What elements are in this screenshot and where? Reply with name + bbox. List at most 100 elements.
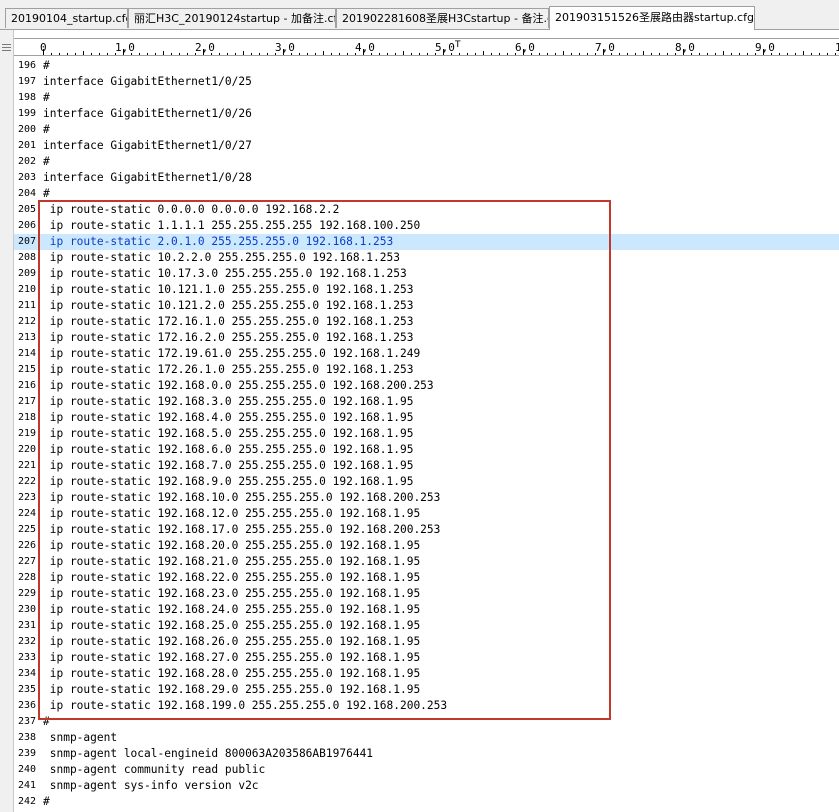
- code-line[interactable]: 229 ip route-static 192.168.23.0 255.255…: [14, 586, 839, 602]
- code-line[interactable]: 217 ip route-static 192.168.3.0 255.255.…: [14, 394, 839, 410]
- line-text[interactable]: interface GigabitEthernet1/0/27: [43, 138, 252, 154]
- code-line[interactable]: 233 ip route-static 192.168.27.0 255.255…: [14, 650, 839, 666]
- line-text[interactable]: ip route-static 192.168.24.0 255.255.255…: [43, 602, 420, 618]
- line-text[interactable]: snmp-agent local-engineid 800063A203586A…: [43, 746, 373, 762]
- code-line[interactable]: 199 interface GigabitEthernet1/0/26: [14, 106, 839, 122]
- code-line[interactable]: 228 ip route-static 192.168.22.0 255.255…: [14, 570, 839, 586]
- code-line[interactable]: 238 snmp-agent: [14, 730, 839, 746]
- code-line[interactable]: 207 ip route-static 2.0.1.0 255.255.255.…: [14, 234, 839, 250]
- line-text[interactable]: ip route-static 172.16.1.0 255.255.255.0…: [43, 314, 414, 330]
- code-line[interactable]: 209 ip route-static 10.17.3.0 255.255.25…: [14, 266, 839, 282]
- line-text[interactable]: ip route-static 192.168.3.0 255.255.255.…: [43, 394, 414, 410]
- line-text[interactable]: ip route-static 0.0.0.0 0.0.0.0 192.168.…: [43, 202, 340, 218]
- line-text[interactable]: ip route-static 192.168.28.0 255.255.255…: [43, 666, 420, 682]
- tab-shengzhan-h3c-startup[interactable]: 201902281608圣展H3Cstartup - 备注.cfg: [336, 8, 549, 28]
- line-text[interactable]: ip route-static 192.168.5.0 255.255.255.…: [43, 426, 414, 442]
- line-text[interactable]: #: [43, 186, 50, 202]
- line-text[interactable]: ip route-static 10.2.2.0 255.255.255.0 1…: [43, 250, 400, 266]
- code-line[interactable]: 204 #: [14, 186, 839, 202]
- code-line[interactable]: 225 ip route-static 192.168.17.0 255.255…: [14, 522, 839, 538]
- code-line[interactable]: 211 ip route-static 10.121.2.0 255.255.2…: [14, 298, 839, 314]
- code-line[interactable]: 224 ip route-static 192.168.12.0 255.255…: [14, 506, 839, 522]
- code-line[interactable]: 231 ip route-static 192.168.25.0 255.255…: [14, 618, 839, 634]
- code-line[interactable]: 219 ip route-static 192.168.5.0 255.255.…: [14, 426, 839, 442]
- line-text[interactable]: ip route-static 10.17.3.0 255.255.255.0 …: [43, 266, 407, 282]
- line-text[interactable]: ip route-static 192.168.22.0 255.255.255…: [43, 570, 420, 586]
- tab-20190104-startup[interactable]: 20190104_startup.cfg: [5, 8, 128, 28]
- code-line[interactable]: 222 ip route-static 192.168.9.0 255.255.…: [14, 474, 839, 490]
- code-line[interactable]: 236 ip route-static 192.168.199.0 255.25…: [14, 698, 839, 714]
- code-line[interactable]: 198 #: [14, 90, 839, 106]
- code-line[interactable]: 240 snmp-agent community read public: [14, 762, 839, 778]
- code-line[interactable]: 230 ip route-static 192.168.24.0 255.255…: [14, 602, 839, 618]
- line-text[interactable]: ip route-static 192.168.10.0 255.255.255…: [43, 490, 441, 506]
- line-text[interactable]: ip route-static 2.0.1.0 255.255.255.0 19…: [43, 234, 394, 250]
- line-text[interactable]: #: [43, 714, 50, 730]
- line-text[interactable]: #: [43, 154, 50, 170]
- line-text[interactable]: ip route-static 10.121.2.0 255.255.255.0…: [43, 298, 414, 314]
- code-line[interactable]: 235 ip route-static 192.168.29.0 255.255…: [14, 682, 839, 698]
- line-text[interactable]: #: [43, 90, 50, 106]
- code-line[interactable]: 223 ip route-static 192.168.10.0 255.255…: [14, 490, 839, 506]
- code-line[interactable]: 226 ip route-static 192.168.20.0 255.255…: [14, 538, 839, 554]
- code-line[interactable]: 213 ip route-static 172.16.2.0 255.255.2…: [14, 330, 839, 346]
- line-text[interactable]: ip route-static 192.168.199.0 255.255.25…: [43, 698, 447, 714]
- code-line[interactable]: 197 interface GigabitEthernet1/0/25: [14, 74, 839, 90]
- line-text[interactable]: ip route-static 192.168.21.0 255.255.255…: [43, 554, 420, 570]
- line-text[interactable]: ip route-static 192.168.7.0 255.255.255.…: [43, 458, 414, 474]
- code-line[interactable]: 200 #: [14, 122, 839, 138]
- code-line[interactable]: 232 ip route-static 192.168.26.0 255.255…: [14, 634, 839, 650]
- line-text[interactable]: ip route-static 192.168.25.0 255.255.255…: [43, 618, 420, 634]
- code-line[interactable]: 206 ip route-static 1.1.1.1 255.255.255.…: [14, 218, 839, 234]
- line-text[interactable]: ip route-static 172.16.2.0 255.255.255.0…: [43, 330, 414, 346]
- code-line[interactable]: 220 ip route-static 192.168.6.0 255.255.…: [14, 442, 839, 458]
- code-line[interactable]: 215 ip route-static 172.26.1.0 255.255.2…: [14, 362, 839, 378]
- line-text[interactable]: #: [43, 122, 50, 138]
- line-text[interactable]: ip route-static 192.168.27.0 255.255.255…: [43, 650, 420, 666]
- code-line[interactable]: 203 interface GigabitEthernet1/0/28: [14, 170, 839, 186]
- line-text[interactable]: ip route-static 192.168.17.0 255.255.255…: [43, 522, 441, 538]
- line-text[interactable]: ip route-static 192.168.4.0 255.255.255.…: [43, 410, 414, 426]
- tab-lihui-h3c-startup[interactable]: 丽汇H3C_20190124startup - 加备注.cfg: [128, 8, 336, 28]
- line-text[interactable]: ip route-static 192.168.0.0 255.255.255.…: [43, 378, 434, 394]
- line-text[interactable]: snmp-agent sys-info version v2c: [43, 778, 259, 794]
- line-text[interactable]: ip route-static 192.168.20.0 255.255.255…: [43, 538, 420, 554]
- line-text[interactable]: ip route-static 192.168.6.0 255.255.255.…: [43, 442, 414, 458]
- code-line[interactable]: 227 ip route-static 192.168.21.0 255.255…: [14, 554, 839, 570]
- code-line[interactable]: 221 ip route-static 192.168.7.0 255.255.…: [14, 458, 839, 474]
- line-text[interactable]: ip route-static 192.168.26.0 255.255.255…: [43, 634, 420, 650]
- line-text[interactable]: ip route-static 192.168.29.0 255.255.255…: [43, 682, 420, 698]
- code-line[interactable]: 202 #: [14, 154, 839, 170]
- line-text[interactable]: #: [43, 58, 50, 74]
- line-text[interactable]: interface GigabitEthernet1/0/25: [43, 74, 252, 90]
- code-line[interactable]: 205 ip route-static 0.0.0.0 0.0.0.0 192.…: [14, 202, 839, 218]
- code-line[interactable]: 212 ip route-static 172.16.1.0 255.255.2…: [14, 314, 839, 330]
- line-text[interactable]: ip route-static 10.121.1.0 255.255.255.0…: [43, 282, 414, 298]
- code-line[interactable]: 241 snmp-agent sys-info version v2c: [14, 778, 839, 794]
- code-line[interactable]: 196 #: [14, 58, 839, 74]
- editor-text-area[interactable]: 196 #197 interface GigabitEthernet1/0/25 19…: [14, 57, 839, 812]
- code-line[interactable]: 242 #: [14, 794, 839, 810]
- code-line[interactable]: 208 ip route-static 10.2.2.0 255.255.255…: [14, 250, 839, 266]
- line-text[interactable]: interface GigabitEthernet1/0/28: [43, 170, 252, 186]
- code-line[interactable]: 210 ip route-static 10.121.1.0 255.255.2…: [14, 282, 839, 298]
- code-line[interactable]: 218 ip route-static 192.168.4.0 255.255.…: [14, 410, 839, 426]
- line-text[interactable]: ip route-static 192.168.9.0 255.255.255.…: [43, 474, 414, 490]
- line-text[interactable]: snmp-agent community read public: [43, 762, 266, 778]
- tab-shengzhan-router-startup[interactable]: 201903151526圣展路由器startup.cfg: [549, 6, 755, 30]
- ruler-tick: [587, 53, 588, 55]
- line-text[interactable]: ip route-static 192.168.23.0 255.255.255…: [43, 586, 420, 602]
- line-text[interactable]: ip route-static 1.1.1.1 255.255.255.255 …: [43, 218, 420, 234]
- line-text[interactable]: ip route-static 172.26.1.0 255.255.255.0…: [43, 362, 414, 378]
- code-line[interactable]: 237 #: [14, 714, 839, 730]
- line-text[interactable]: ip route-static 192.168.12.0 255.255.255…: [43, 506, 420, 522]
- code-line[interactable]: 234 ip route-static 192.168.28.0 255.255…: [14, 666, 839, 682]
- line-text[interactable]: snmp-agent: [43, 730, 117, 746]
- code-line[interactable]: 201 interface GigabitEthernet1/0/27: [14, 138, 839, 154]
- line-text[interactable]: interface GigabitEthernet1/0/26: [43, 106, 252, 122]
- code-line[interactable]: 214 ip route-static 172.19.61.0 255.255.…: [14, 346, 839, 362]
- code-line[interactable]: 216 ip route-static 192.168.0.0 255.255.…: [14, 378, 839, 394]
- line-text[interactable]: #: [43, 794, 50, 810]
- line-text[interactable]: ip route-static 172.19.61.0 255.255.255.…: [43, 346, 420, 362]
- code-line[interactable]: 239 snmp-agent local-engineid 800063A203…: [14, 746, 839, 762]
